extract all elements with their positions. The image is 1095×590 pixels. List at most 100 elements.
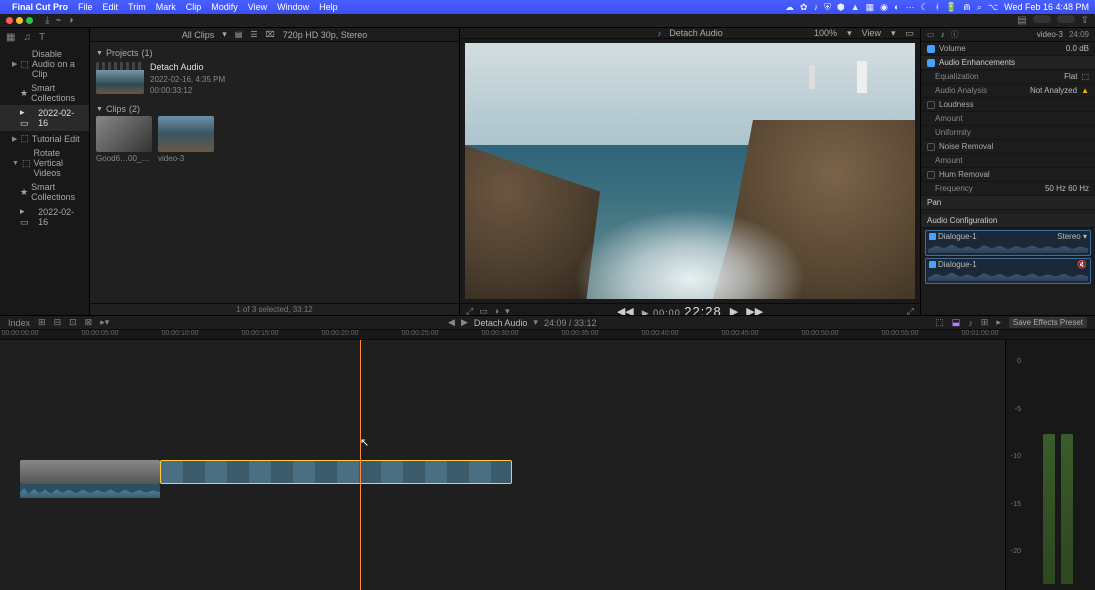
- smart-collection-item[interactable]: ★ Smart Collections: [0, 180, 89, 204]
- clip-thumbnail[interactable]: [96, 116, 152, 152]
- photos-tab-icon[interactable]: ♫: [23, 32, 31, 43]
- video-tab-icon[interactable]: ▭: [927, 30, 935, 39]
- viewer-view-select[interactable]: View: [862, 28, 881, 39]
- library-tab-icon[interactable]: ▦: [6, 32, 15, 43]
- playhead[interactable]: [360, 340, 361, 590]
- volume-checkbox[interactable]: [927, 45, 935, 53]
- toolbar-toggle[interactable]: [1033, 15, 1051, 23]
- section-checkbox[interactable]: [927, 59, 935, 67]
- uniformity-row[interactable]: Uniformity: [921, 126, 1095, 140]
- titles-tab-icon[interactable]: T: [39, 32, 45, 43]
- hum-removal-row[interactable]: Hum Removal: [921, 168, 1095, 182]
- info-tab-icon[interactable]: ⓘ: [951, 29, 959, 40]
- channel-type-select[interactable]: Stereo ▾: [1057, 232, 1087, 241]
- menu-modify[interactable]: Modify: [211, 2, 238, 12]
- hum-checkbox[interactable]: [927, 171, 935, 179]
- clapper-icon[interactable]: ⌧: [266, 30, 275, 39]
- menu-appname[interactable]: Final Cut Pro: [12, 2, 68, 12]
- toolbar-toggle[interactable]: [1057, 15, 1075, 23]
- viewer-settings-icon[interactable]: ▭: [905, 28, 914, 39]
- snapping-icon[interactable]: ⊞: [981, 317, 989, 328]
- library-item[interactable]: ▼⬚ Rotate Vertical Videos: [0, 146, 89, 180]
- status-icon[interactable]: ♪: [814, 2, 819, 12]
- noise-removal-row[interactable]: Noise Removal: [921, 140, 1095, 154]
- timeline-ruler[interactable]: 00:00:00:00 00:00:05:00 00:00:10:00 00:0…: [0, 330, 1095, 340]
- status-icon[interactable]: ◐: [894, 2, 899, 12]
- menu-help[interactable]: Help: [319, 2, 338, 12]
- frequency-row[interactable]: Frequency50 Hz 60 Hz: [921, 182, 1095, 196]
- nav-fwd-icon[interactable]: ▶: [461, 317, 468, 328]
- connect-tool-icon[interactable]: ⊟: [54, 317, 62, 328]
- bgtasks-button[interactable]: ◑: [67, 15, 73, 26]
- close-window-button[interactable]: [6, 17, 13, 24]
- equalization-row[interactable]: EqualizationFlat ⬚: [921, 70, 1095, 84]
- library-item[interactable]: ▶⬚ Tutorial Edit: [0, 131, 89, 146]
- audio-enhancements-header[interactable]: Audio Enhancements: [921, 56, 1095, 70]
- clip-thumbnail[interactable]: [158, 116, 214, 152]
- keyword-button[interactable]: ⌁: [55, 15, 61, 26]
- camera-icon[interactable]: ◉: [880, 2, 888, 13]
- import-button[interactable]: ⤓: [45, 15, 49, 26]
- effects-icon[interactable]: ⬚: [935, 317, 944, 328]
- zoom-window-button[interactable]: [26, 17, 33, 24]
- audio-component[interactable]: Dialogue-1 Stereo ▾: [925, 230, 1091, 256]
- loudness-row[interactable]: Loudness: [921, 98, 1095, 112]
- amount-row[interactable]: Amount: [921, 154, 1095, 168]
- status-icon[interactable]: ▦: [866, 2, 875, 13]
- audio-skimming-icon[interactable]: ♪: [968, 318, 973, 328]
- warning-icon[interactable]: ▲: [1081, 86, 1089, 95]
- battery-icon[interactable]: 🔋: [946, 2, 957, 13]
- shield-icon[interactable]: ⛨: [824, 2, 831, 13]
- audio-component[interactable]: Dialogue-1 🔇: [925, 258, 1091, 284]
- viewer-canvas[interactable]: [465, 43, 915, 299]
- list-view-icon[interactable]: ☰: [250, 30, 257, 39]
- event-item[interactable]: ▸ ▭ 2022-02-16: [0, 204, 89, 230]
- loudness-checkbox[interactable]: [927, 101, 935, 109]
- viewer-zoom-select[interactable]: 100%: [814, 28, 837, 39]
- project-row[interactable]: Detach Audio 2022-02-16, 4:35 PM 00:00:3…: [96, 60, 453, 102]
- insert-tool-icon[interactable]: ⊡: [69, 317, 77, 328]
- component-checkbox[interactable]: [929, 233, 936, 240]
- append-tool-icon[interactable]: ⊠: [85, 317, 93, 328]
- project-thumbnail[interactable]: [96, 62, 144, 94]
- volume-value[interactable]: 0.0 dB: [1066, 44, 1089, 53]
- projects-header[interactable]: ▼Projects (1): [96, 46, 453, 60]
- event-item-selected[interactable]: ▸ ▭ 2022-02-16: [0, 105, 89, 131]
- clip-item[interactable]: Good6…00_edit: [96, 116, 152, 163]
- mute-icon[interactable]: 🔇: [1077, 260, 1087, 269]
- pan-header[interactable]: Pan: [921, 196, 1095, 210]
- status-icon[interactable]: ✿: [800, 2, 808, 13]
- trim-tool-icon[interactable]: ⊞: [38, 317, 46, 328]
- nav-back-icon[interactable]: ◀: [448, 317, 455, 328]
- menu-view[interactable]: View: [248, 2, 267, 12]
- wifi-icon[interactable]: ⋒: [963, 2, 971, 13]
- menu-clip[interactable]: Clip: [186, 2, 202, 12]
- clip-item[interactable]: video-3: [158, 116, 214, 163]
- status-icon[interactable]: ☁: [785, 2, 794, 13]
- status-icon[interactable]: ⋯: [905, 2, 914, 13]
- status-icon[interactable]: ⬢: [837, 2, 845, 13]
- browser-mode-select[interactable]: All Clips: [182, 30, 215, 40]
- timeline-clip[interactable]: Good6at 1800_edit: [20, 460, 160, 484]
- share-button[interactable]: ⇪: [1081, 15, 1089, 26]
- clips-header[interactable]: ▼Clips (2): [96, 102, 453, 116]
- timeline-audio-clip[interactable]: [20, 484, 160, 498]
- timeline-index-button[interactable]: Index: [8, 318, 30, 328]
- menu-window[interactable]: Window: [277, 2, 309, 12]
- library-item[interactable]: ▶⬚ Disable Audio on a Clip: [0, 47, 89, 81]
- noise-checkbox[interactable]: [927, 143, 935, 151]
- menu-edit[interactable]: Edit: [103, 2, 119, 12]
- status-icon[interactable]: ▲: [851, 2, 860, 12]
- menu-file[interactable]: File: [78, 2, 93, 12]
- minimize-window-button[interactable]: [16, 17, 23, 24]
- transitions-icon[interactable]: ⬓: [952, 317, 961, 328]
- volume-row[interactable]: Volume 0.0 dB: [921, 42, 1095, 56]
- audio-config-header[interactable]: Audio Configuration: [921, 214, 1095, 228]
- filmstrip-view-icon[interactable]: ▤: [235, 30, 243, 39]
- menubar-datetime[interactable]: Wed Feb 16 4:48 PM: [1004, 2, 1089, 12]
- control-center-icon[interactable]: ⌥: [988, 2, 998, 13]
- menu-trim[interactable]: Trim: [128, 2, 146, 12]
- component-checkbox[interactable]: [929, 261, 936, 268]
- search-icon[interactable]: ⌕: [977, 2, 982, 13]
- bluetooth-icon[interactable]: ᚼ: [935, 2, 940, 12]
